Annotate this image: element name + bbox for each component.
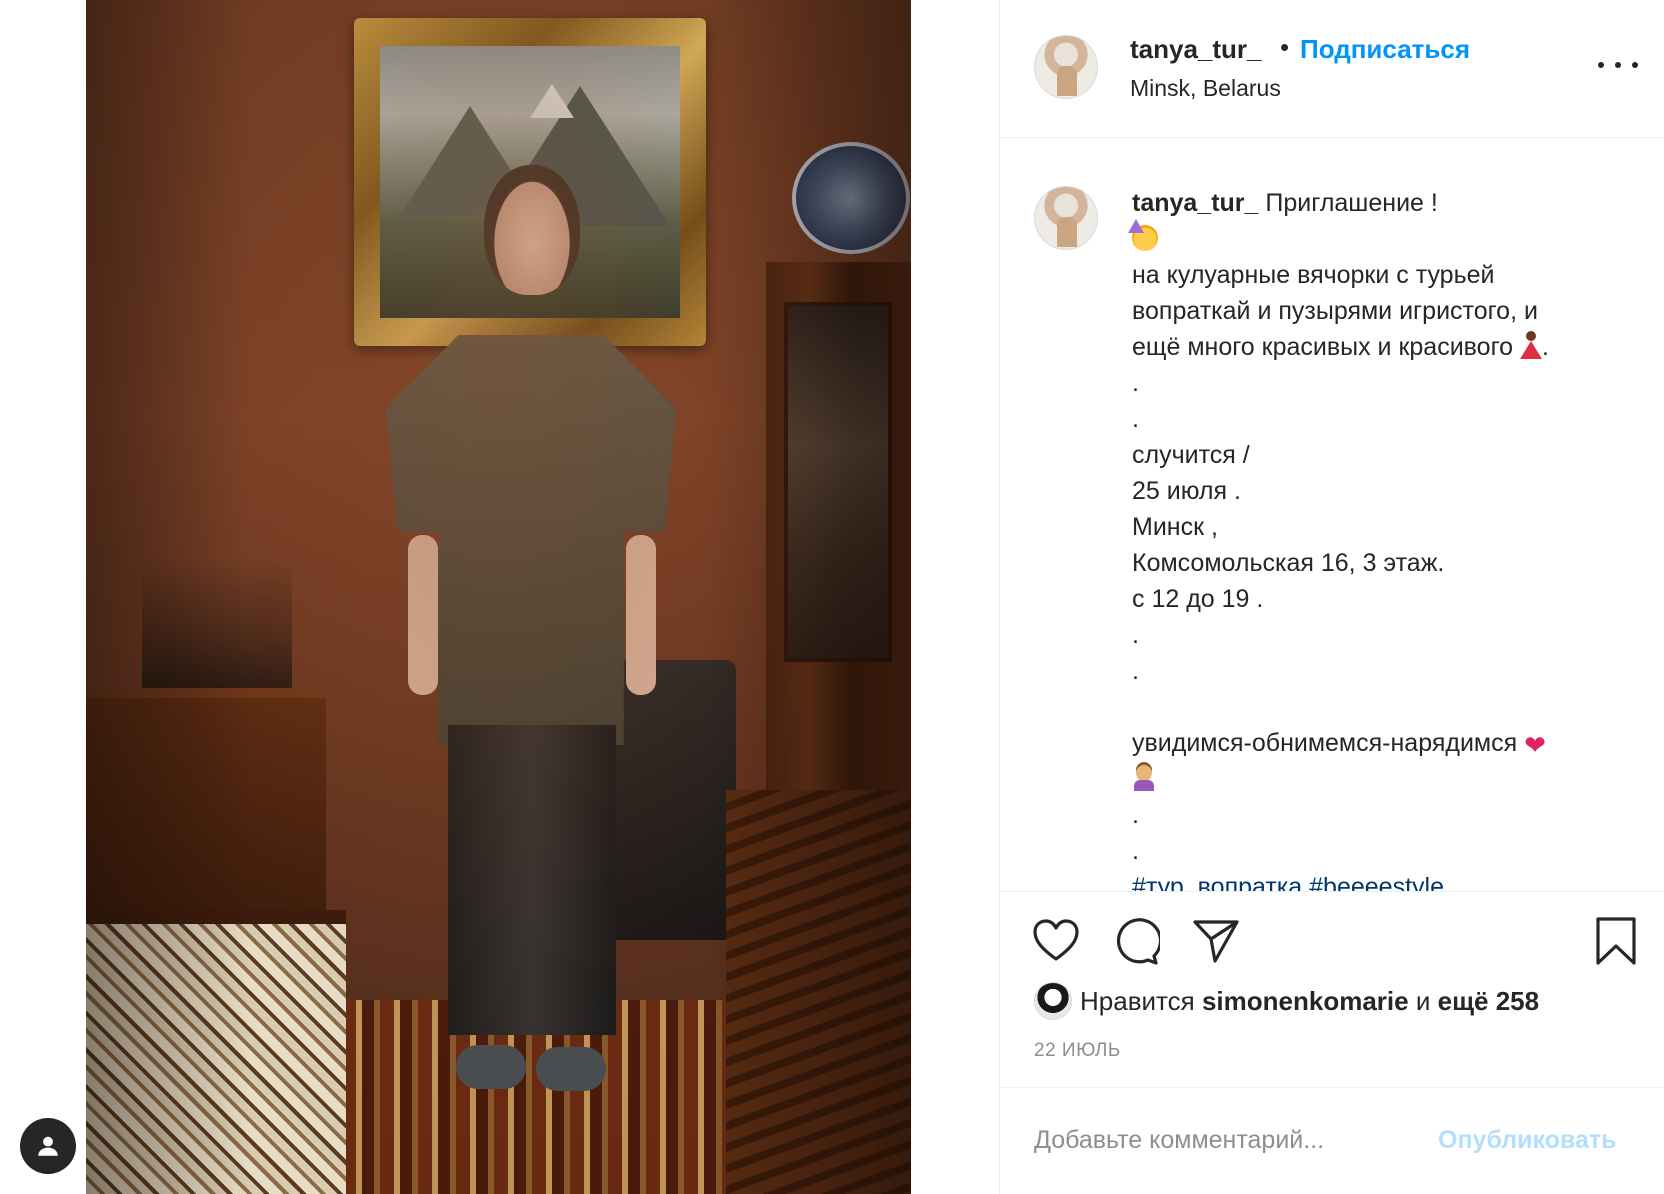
caption-line: .: [1132, 801, 1139, 829]
post-header: tanya_tur_ • Подписаться Minsk, Belarus: [1000, 0, 1664, 138]
raising-hand-icon: [1132, 765, 1156, 791]
author-avatar[interactable]: [1034, 35, 1098, 99]
likes-prefix: Нравится: [1080, 985, 1195, 1016]
heart-icon[interactable]: [1032, 918, 1080, 962]
caption-username[interactable]: tanya_tur_: [1132, 189, 1258, 217]
post-photo[interactable]: [86, 0, 911, 1194]
caption-line: [1132, 689, 1642, 725]
caption-line: 25 июля .: [1132, 477, 1241, 505]
comment-icon[interactable]: [1112, 918, 1160, 966]
caption-line: .: [1132, 837, 1139, 865]
follow-button[interactable]: Подписаться: [1300, 34, 1470, 65]
caption-line: Комсомольская 16, 3 этаж.: [1132, 549, 1445, 577]
caption-line: .: [1132, 405, 1139, 433]
caption-avatar[interactable]: [1034, 186, 1098, 250]
author-username[interactable]: tanya_tur_: [1130, 34, 1262, 65]
actions-divider: [1000, 891, 1664, 892]
share-icon[interactable]: [1192, 918, 1240, 964]
bookmark-icon[interactable]: [1595, 916, 1637, 966]
post-date[interactable]: 22 ИЮЛЬ: [1034, 1040, 1121, 1062]
caption-text: tanya_tur_ Приглашение ! на кулуарные вя…: [1128, 185, 1642, 891]
comment-input[interactable]: [1034, 1126, 1434, 1155]
caption-line: увидимся-обнимемся-нарядимся: [1132, 729, 1518, 757]
caption-line: .: [1132, 369, 1139, 397]
party-face-icon: [1128, 219, 1158, 251]
red-heart-icon: ❤: [1524, 730, 1546, 760]
liker-avatar[interactable]: [1034, 982, 1072, 1020]
hashtags-link[interactable]: #тур_вопратка #beeeestyle: [1132, 869, 1642, 891]
post-panel: tanya_tur_ • Подписаться Minsk, Belarus …: [999, 0, 1664, 1194]
likes-summary[interactable]: Нравится simonenkomarie и ещё 258: [1034, 982, 1539, 1020]
separator-dot: •: [1280, 32, 1290, 62]
publish-button[interactable]: Опубликовать: [1438, 1126, 1617, 1155]
liker-username[interactable]: simonenkomarie: [1202, 986, 1409, 1017]
caption-line: с 12 до 19 .: [1132, 585, 1264, 613]
location-link[interactable]: Minsk, Belarus: [1130, 75, 1281, 102]
caption-line: .: [1132, 657, 1139, 685]
more-icon[interactable]: [1598, 50, 1638, 80]
caption-line: на кулуарные вячорки с турьей: [1132, 261, 1495, 289]
caption-line: Минск ,: [1132, 513, 1218, 541]
caption-line: .: [1132, 621, 1139, 649]
likes-middle: и: [1415, 985, 1431, 1016]
caption-line: вопраткай и пузырями игристого, и: [1132, 297, 1538, 325]
caption-area[interactable]: tanya_tur_ Приглашение ! на кулуарные вя…: [1000, 139, 1664, 891]
caption-line: Приглашение !: [1265, 189, 1438, 217]
user-tag-button[interactable]: [20, 1118, 76, 1174]
likes-count[interactable]: ещё 258: [1438, 986, 1539, 1017]
dancer-icon: [1520, 331, 1542, 359]
caption-line: ещё много красивых и красивого: [1132, 333, 1514, 361]
user-icon: [38, 1136, 58, 1156]
comment-box: Опубликовать: [1000, 1087, 1664, 1194]
caption-line: случится /: [1132, 441, 1250, 469]
